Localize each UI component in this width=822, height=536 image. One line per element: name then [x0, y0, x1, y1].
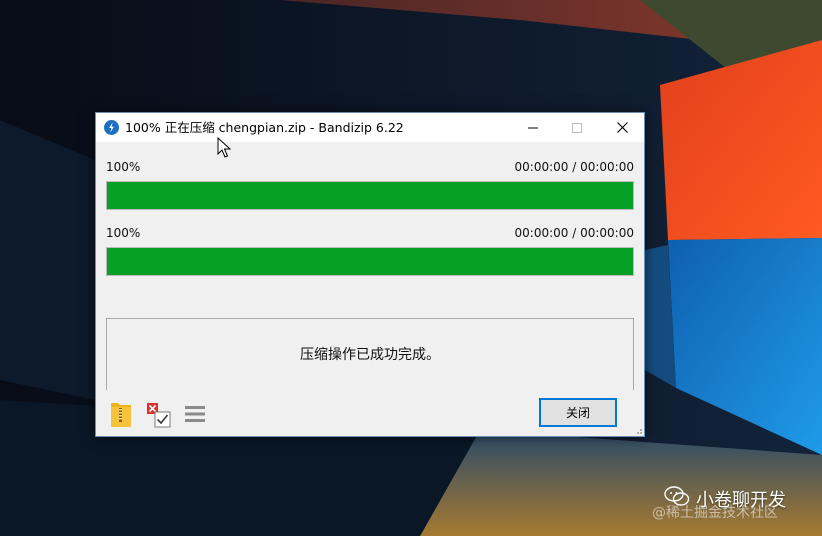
window-title: 100% 正在压缩 chengpian.zip - Bandizip 6.22	[125, 120, 404, 135]
resize-grip-icon[interactable]	[633, 425, 643, 435]
overall-progress-bar	[106, 181, 634, 210]
status-message-panel: 压缩操作已成功完成。	[106, 318, 634, 390]
minimize-button[interactable]	[510, 113, 556, 142]
folder-zip-icon[interactable]	[110, 400, 132, 428]
desktop: 100% 正在压缩 chengpian.zip - Bandizip 6.22 …	[0, 0, 822, 536]
watermark-subtitle: @稀土掘金技术社区	[652, 505, 778, 521]
hamburger-menu-icon[interactable]	[185, 406, 205, 422]
checklist-icon[interactable]	[146, 402, 172, 428]
close-window-button[interactable]	[599, 113, 645, 142]
close-button[interactable]: 关闭	[539, 398, 617, 427]
overall-time-label: 00:00:00 / 00:00:00	[514, 160, 634, 174]
file-progress-bar	[106, 247, 634, 276]
file-progress-fill	[107, 248, 633, 275]
bandizip-app-icon	[104, 120, 119, 135]
watermark: 小卷聊开发 @稀土掘金技术社区	[652, 482, 814, 522]
overall-percent-label: 100%	[106, 160, 141, 174]
close-icon	[616, 122, 628, 133]
status-message: 压缩操作已成功完成。	[300, 347, 440, 363]
title-bar[interactable]: 100% 正在压缩 chengpian.zip - Bandizip 6.22	[96, 113, 644, 142]
overall-progress-fill	[107, 182, 633, 209]
mouse-cursor-icon	[217, 137, 231, 158]
bandizip-window: 100% 正在压缩 chengpian.zip - Bandizip 6.22 …	[95, 112, 645, 437]
file-time-label: 00:00:00 / 00:00:00	[514, 226, 634, 240]
minimize-icon	[528, 127, 538, 128]
maximize-button[interactable]	[554, 113, 600, 142]
maximize-icon	[572, 122, 582, 133]
file-percent-label: 100%	[106, 226, 141, 240]
